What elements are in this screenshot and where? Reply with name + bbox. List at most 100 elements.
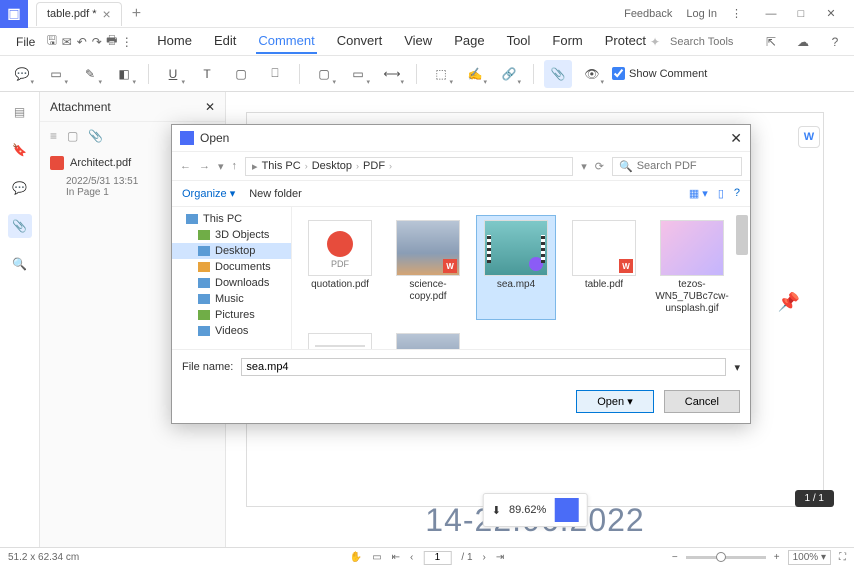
new-folder-button[interactable]: New folder (249, 188, 302, 200)
wand-icon[interactable]: ✦ (650, 35, 660, 49)
file-item[interactable] (300, 328, 380, 349)
tree-item[interactable]: Downloads (172, 275, 291, 291)
document-tab[interactable]: table.pdf * × (36, 2, 122, 26)
close-icon[interactable]: × (103, 6, 111, 22)
menu-view[interactable]: View (402, 29, 434, 54)
more-icon[interactable]: ⋮ (120, 31, 133, 53)
open-button[interactable]: Open ▾ (576, 390, 654, 413)
highlight-tool[interactable]: ▭ (42, 60, 70, 88)
breadcrumb[interactable]: ▸ This PC›Desktop›PDF› (245, 157, 573, 176)
file-item[interactable]: quotation.pdf (300, 215, 380, 320)
menu-tool[interactable]: Tool (505, 29, 533, 54)
next-page-icon[interactable]: › (483, 552, 486, 563)
preview-pane-icon[interactable]: ▯ (718, 187, 724, 200)
maximize-button[interactable]: □ (786, 0, 816, 28)
refresh-icon[interactable]: ⟳ (595, 160, 604, 173)
nav-history-icon[interactable]: ▾ (218, 160, 224, 173)
pin-icon[interactable]: 📌 (778, 292, 800, 313)
filename-dropdown-icon[interactable]: ▾ (734, 361, 740, 374)
file-item[interactable]: sea.mp4 (476, 215, 556, 320)
measure-tool[interactable]: ⟷ (378, 60, 406, 88)
share-icon[interactable]: ⇱ (760, 31, 782, 53)
menu-form[interactable]: Form (550, 29, 584, 54)
feedback-link[interactable]: Feedback (624, 8, 672, 20)
save-icon[interactable]: 🖫 (45, 31, 58, 53)
help-icon[interactable]: ? (824, 31, 846, 53)
word-export-badge[interactable]: W (798, 126, 820, 148)
tree-item[interactable]: Pictures (172, 307, 291, 323)
attachments-icon[interactable]: 📎 (8, 214, 32, 238)
cloud-icon[interactable]: ☁ (792, 31, 814, 53)
crumb[interactable]: Desktop (312, 160, 352, 172)
tree-item[interactable]: Desktop (172, 243, 291, 259)
hand-tool-icon[interactable]: ✋ (350, 552, 362, 563)
zoom-select[interactable]: 100% ▾ (788, 550, 831, 565)
nav-up-icon[interactable]: ↑ (232, 160, 238, 172)
stamp-tool[interactable]: ⬚ (427, 60, 455, 88)
zoom-out-icon[interactable]: − (672, 552, 678, 563)
mail-icon[interactable]: ✉ (60, 31, 73, 53)
attachment-tool[interactable]: 📎 (544, 60, 572, 88)
file-item[interactable]: Wscience-copy.pdf (388, 215, 468, 320)
tree-item[interactable]: Music (172, 291, 291, 307)
zoom-slider[interactable] (686, 556, 766, 559)
pencil-tool[interactable]: ✎ (76, 60, 104, 88)
link-tool[interactable]: 🔗 (495, 60, 523, 88)
list-view-icon[interactable]: ≡ (50, 129, 57, 143)
nav-forward-icon[interactable]: → (199, 160, 210, 172)
first-page-icon[interactable]: ⇤ (392, 552, 400, 563)
tree-item[interactable]: Videos (172, 323, 291, 339)
zoom-float[interactable]: ⬇ 89.62% (483, 493, 588, 527)
breadcrumb-dropdown-icon[interactable]: ▾ (581, 160, 587, 173)
minimize-button[interactable]: — (756, 0, 786, 28)
underline-tool[interactable]: U (159, 60, 187, 88)
note-tool[interactable]: 💬 (8, 60, 36, 88)
nav-back-icon[interactable]: ← (180, 160, 191, 172)
new-tab-button[interactable]: + (132, 5, 141, 23)
menu-more-icon[interactable]: ⋮ (731, 7, 742, 20)
print-icon[interactable]: 🖶 (105, 31, 118, 53)
show-comment-checkbox[interactable] (612, 67, 625, 80)
thumbnails-icon[interactable]: ▤ (8, 100, 32, 124)
menu-convert[interactable]: Convert (335, 29, 385, 54)
filename-input[interactable] (241, 358, 726, 376)
tree-item[interactable]: This PC (172, 211, 291, 227)
menu-home[interactable]: Home (155, 29, 194, 54)
page-number-input[interactable] (423, 551, 451, 565)
menu-comment[interactable]: Comment (256, 29, 316, 54)
view-mode-icon[interactable]: ▦ ▾ (689, 187, 708, 200)
search-icon[interactable]: 🔍 (8, 252, 32, 276)
organize-menu[interactable]: Organize ▾ (182, 187, 235, 200)
crumb[interactable]: PDF (363, 160, 385, 172)
prev-page-icon[interactable]: ‹ (410, 552, 413, 563)
menu-page[interactable]: Page (452, 29, 486, 54)
comments-icon[interactable]: 💬 (8, 176, 32, 200)
dialog-search-input[interactable] (637, 160, 735, 172)
shape-line-tool[interactable]: ▭ (344, 60, 372, 88)
bookmarks-icon[interactable]: 🔖 (8, 138, 32, 162)
menu-edit[interactable]: Edit (212, 29, 238, 54)
login-link[interactable]: Log In (686, 8, 717, 20)
last-page-icon[interactable]: ⇥ (496, 552, 504, 563)
zoom-in-icon[interactable]: + (774, 552, 780, 563)
fullscreen-icon[interactable]: ⛶ (839, 552, 846, 563)
textbox-tool[interactable]: ▢ (227, 60, 255, 88)
text-tool[interactable]: T (193, 60, 221, 88)
tree-item[interactable]: Documents (172, 259, 291, 275)
scrollbar[interactable] (736, 215, 748, 341)
help-icon[interactable]: ? (734, 187, 740, 200)
panel-close-icon[interactable]: ✕ (205, 100, 215, 114)
file-item[interactable]: W (388, 328, 468, 349)
dialog-close-icon[interactable]: ✕ (730, 130, 742, 147)
signature-tool[interactable]: ✍ (461, 60, 489, 88)
eraser-tool[interactable]: ◧ (110, 60, 138, 88)
search-tools-input[interactable] (670, 36, 750, 48)
callout-tool[interactable]: ⎕ (261, 60, 289, 88)
show-comment-toggle[interactable]: Show Comment (612, 67, 707, 80)
hide-tool[interactable]: 👁 (578, 60, 606, 88)
close-window-button[interactable]: ✕ (816, 0, 846, 28)
dialog-search[interactable]: 🔍 (612, 157, 742, 176)
undo-icon[interactable]: ↶ (75, 31, 88, 53)
menu-protect[interactable]: Protect (603, 29, 648, 54)
cancel-button[interactable]: Cancel (664, 390, 740, 413)
